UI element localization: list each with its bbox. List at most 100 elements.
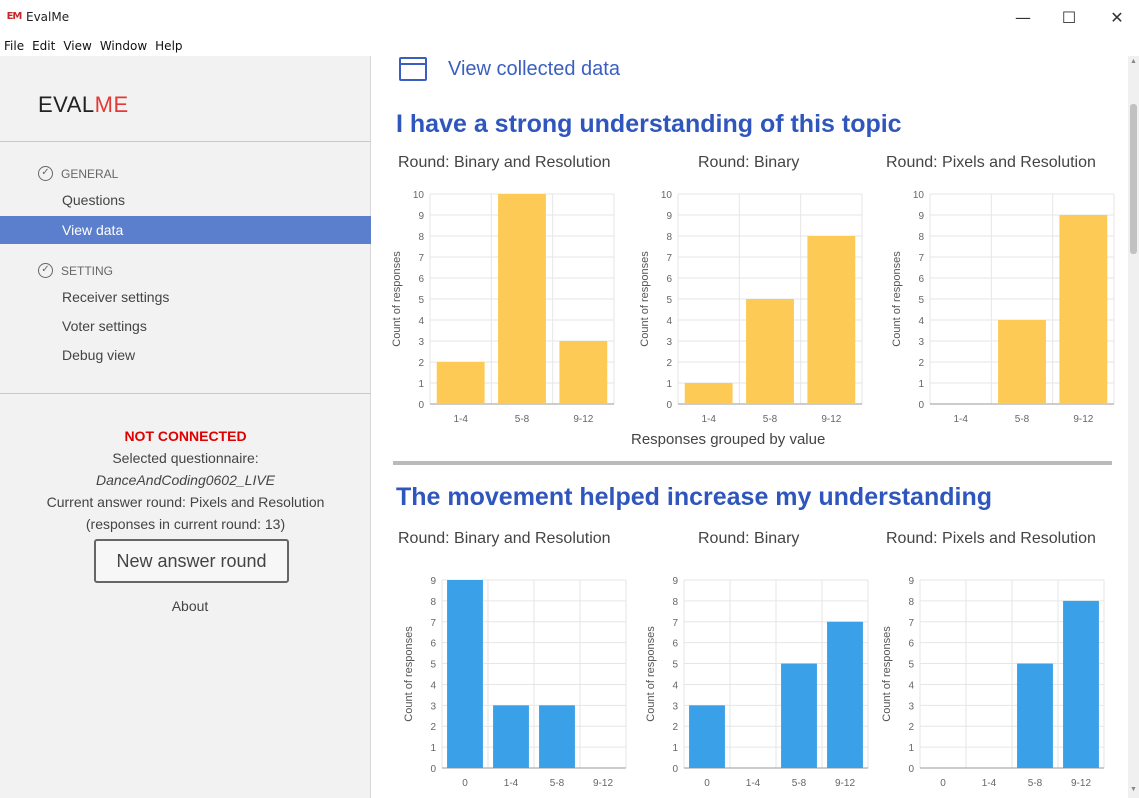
app-logo-icon: EM (6, 11, 23, 22)
y-tick-label: 5 (918, 295, 924, 306)
y-tick-label: 9 (430, 576, 436, 587)
vertical-scrollbar[interactable]: ▲ ▼ (1128, 56, 1139, 798)
y-tick-label: 3 (666, 337, 672, 348)
y-tick-label: 8 (908, 597, 914, 608)
responses-count-text: (responses in current round: 13) (85, 516, 286, 532)
y-tick-label: 2 (430, 722, 436, 733)
menu-view[interactable]: View (63, 36, 91, 56)
x-tick-label: 9-12 (593, 778, 613, 789)
y-tick-label: 2 (672, 722, 678, 733)
bar (781, 663, 817, 768)
scroll-down-icon[interactable]: ▼ (1129, 786, 1138, 793)
nav-view-data[interactable]: View data (0, 216, 371, 244)
y-tick-label: 8 (430, 597, 436, 608)
window-title: EvalMe (26, 10, 70, 24)
title-bar: EM EvalMe — ☐ ✕ (0, 0, 1139, 36)
y-tick-label: 6 (430, 639, 436, 650)
y-tick-label: 0 (430, 764, 436, 775)
y-tick-label: 9 (666, 211, 672, 222)
minimize-button[interactable]: — (1001, 0, 1045, 34)
x-tick-label: 9-12 (821, 414, 841, 425)
round-label: Round: Binary and Resolution (398, 154, 611, 171)
y-tick-label: 6 (418, 274, 424, 285)
bar (1063, 600, 1099, 768)
browser-window-icon (399, 57, 427, 81)
y-tick-label: 7 (418, 253, 424, 264)
y-tick-label: 5 (908, 660, 914, 671)
y-tick-label: 0 (666, 400, 672, 411)
y-tick-label: 2 (918, 358, 924, 369)
bar (689, 705, 725, 768)
round-label: Round: Binary (698, 530, 800, 547)
nav-voter-settings[interactable]: Voter settings (0, 312, 371, 340)
section-general: ✓ GENERAL (38, 166, 118, 181)
page-title: View collected data (448, 58, 620, 80)
y-tick-label: 1 (908, 743, 914, 754)
menu-file[interactable]: File (4, 36, 24, 56)
y-tick-label: 4 (430, 680, 436, 691)
maximize-button[interactable]: ☐ (1047, 0, 1091, 34)
y-tick-label: 6 (918, 274, 924, 285)
sidebar: EVALME ✓ GENERAL Questions View data ✓ S… (0, 56, 371, 798)
x-tick-label: 9-12 (1071, 778, 1091, 789)
y-tick-label: 4 (666, 316, 672, 327)
x-tick-label: 9-12 (1073, 414, 1093, 425)
y-tick-label: 1 (430, 743, 436, 754)
y-tick-label: 5 (430, 660, 436, 671)
menu-help[interactable]: Help (155, 36, 182, 56)
y-axis-label: Count of responses (881, 626, 893, 722)
main-content: View collected data I have a strong unde… (372, 56, 1128, 798)
nav-receiver-settings[interactable]: Receiver settings (0, 283, 371, 311)
y-tick-label: 6 (666, 274, 672, 285)
y-tick-label: 5 (672, 660, 678, 671)
x-tick-label: 0 (940, 778, 946, 789)
menu-window[interactable]: Window (100, 36, 147, 56)
bar-chart: 0 1 2 3 4 5 6 7 8 9 0 1-4 5-8 9-12 Count of responses (881, 576, 1105, 789)
y-tick-label: 0 (918, 400, 924, 411)
x-tick-label: 5-8 (1028, 778, 1043, 789)
y-axis-label: Count of responses (391, 251, 403, 347)
menu-edit[interactable]: Edit (32, 36, 55, 56)
nav-questions[interactable]: Questions (0, 186, 371, 214)
x-tick-label: 0 (462, 778, 468, 789)
sidebar-divider (0, 393, 371, 394)
y-tick-label: 6 (672, 639, 678, 650)
y-tick-label: 2 (666, 358, 672, 369)
about-link[interactable]: About (0, 598, 380, 614)
bar (684, 383, 733, 404)
y-tick-label: 7 (908, 618, 914, 629)
y-tick-label: 8 (666, 232, 672, 243)
bar-chart: 0 1 2 3 4 5 6 7 8 9 0 1-4 5-8 9-12 Count of responses (403, 576, 627, 789)
y-tick-label: 3 (672, 701, 678, 712)
check-circle-icon: ✓ (38, 166, 53, 181)
y-tick-label: 1 (672, 743, 678, 754)
y-tick-label: 7 (666, 253, 672, 264)
x-tick-label: 5-8 (1015, 414, 1030, 425)
round-label: Round: Pixels and Resolution (886, 154, 1096, 171)
section-general-label: GENERAL (61, 166, 119, 181)
y-tick-label: 7 (672, 618, 678, 629)
y-tick-label: 9 (918, 211, 924, 222)
x-tick-label: 1-4 (504, 778, 519, 789)
y-tick-label: 9 (672, 576, 678, 587)
x-tick-label: 1-4 (746, 778, 761, 789)
x-axis-group-label: Responses grouped by value (631, 431, 826, 448)
bar (1017, 663, 1053, 768)
close-button[interactable]: ✕ (1095, 0, 1139, 34)
y-tick-label: 2 (908, 722, 914, 733)
y-tick-label: 5 (418, 295, 424, 306)
y-axis-label: Count of responses (639, 251, 651, 347)
new-answer-round-button[interactable]: New answer round (94, 539, 289, 583)
y-tick-label: 10 (661, 190, 673, 201)
scroll-up-icon[interactable]: ▲ (1129, 58, 1138, 65)
y-tick-label: 0 (418, 400, 424, 411)
brand-me: ME (94, 92, 129, 117)
section-setting-label: SETTING (61, 263, 114, 278)
nav-debug-view[interactable]: Debug view (0, 341, 371, 369)
x-tick-label: 1-4 (453, 414, 468, 425)
y-tick-label: 7 (430, 618, 436, 629)
bar (746, 299, 794, 404)
y-tick-label: 10 (413, 190, 425, 201)
section-setting: ✓ SETTING (38, 263, 113, 278)
scroll-thumb[interactable] (1130, 104, 1137, 254)
